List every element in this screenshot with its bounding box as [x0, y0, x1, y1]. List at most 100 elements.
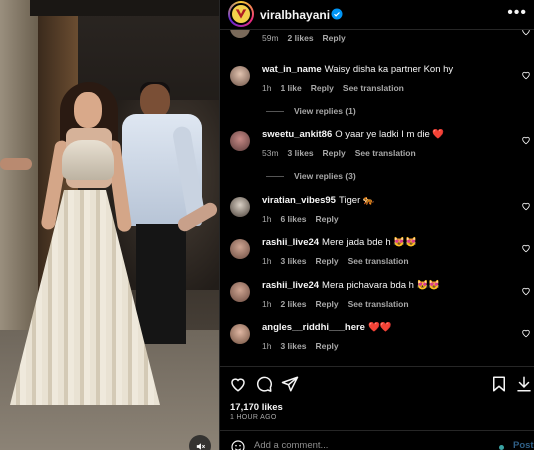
post-timestamp: 1 HOUR AGO [230, 414, 277, 421]
media-scene-woman-face [74, 92, 102, 128]
heart-icon[interactable] [521, 328, 531, 338]
add-comment-bar: Post [220, 430, 534, 450]
like-heart-icon[interactable] [229, 375, 247, 393]
comment-body: rashii_live24 Mera pichavara bda h 😻😻 [262, 280, 512, 292]
view-replies-button[interactable]: View replies (3) [266, 171, 356, 181]
commenter-avatar[interactable] [230, 239, 250, 259]
speaker-muted-icon [196, 442, 205, 450]
replies-divider [266, 110, 284, 112]
commenter-username[interactable]: rashii_live24 [262, 280, 319, 291]
heart-icon[interactable] [521, 70, 531, 80]
commenter-avatar[interactable] [230, 197, 250, 217]
comment-body: viratian_vibes95 Tiger 🐅 [262, 195, 512, 207]
comment-likes[interactable]: 1 like [280, 83, 301, 93]
commenter-username[interactable]: rashii_live24 [262, 237, 319, 248]
comment-time: 53m [262, 148, 279, 158]
see-translation-button[interactable]: See translation [355, 148, 416, 158]
comment-text: ❤️❤️ [367, 322, 392, 333]
author-username[interactable]: viralbhayani [260, 8, 330, 22]
reply-button[interactable]: Reply [315, 256, 338, 266]
comment-meta: 59m 2 likes Reply [262, 33, 346, 43]
see-translation-button[interactable]: See translation [343, 83, 404, 93]
commenter-avatar[interactable] [230, 30, 250, 38]
media-scene-man-pants [136, 224, 186, 344]
comment-meta: 1h 3 likes Reply [262, 341, 339, 351]
share-paper-plane-icon[interactable] [281, 375, 299, 393]
reply-button[interactable]: Reply [315, 214, 338, 224]
commenter-avatar[interactable] [230, 66, 250, 86]
emoji-smiley-icon[interactable] [230, 439, 246, 450]
reply-button[interactable]: Reply [323, 148, 346, 158]
post-media-video[interactable] [0, 0, 219, 450]
comment-body: rashii_live24 Mere jada bde h 😻😻 [262, 237, 512, 249]
save-bookmark-icon[interactable] [490, 375, 508, 393]
comment-text: O yaar ye ladki I m die ❤️ [335, 129, 445, 140]
comment-likes[interactable]: 2 likes [280, 299, 306, 309]
view-replies-button[interactable]: View replies (1) [266, 106, 356, 116]
heart-icon[interactable] [521, 135, 531, 145]
commenter-username[interactable]: viratian_vibes95 [262, 195, 336, 206]
comment-text: Tiger 🐅 [338, 195, 375, 206]
likes-count[interactable]: 17,170 likes [230, 402, 283, 413]
reply-button[interactable]: Reply [315, 341, 338, 351]
heart-icon[interactable] [521, 201, 531, 211]
download-icon[interactable] [515, 375, 533, 393]
commenter-avatar[interactable] [230, 324, 250, 344]
comment-likes[interactable]: 3 likes [280, 341, 306, 351]
verified-badge-icon [331, 8, 343, 20]
see-translation-button[interactable]: See translation [348, 299, 409, 309]
comment-likes[interactable]: 3 likes [288, 148, 314, 158]
view-replies-label: View replies (1) [294, 106, 356, 116]
comment-text: Waisy disha ka partner Kon hy [324, 64, 454, 75]
comment-bubble-icon[interactable] [255, 375, 273, 393]
brand-logo-icon [235, 9, 247, 19]
commenter-avatar[interactable] [230, 131, 250, 151]
post-header: viralbhayani ••• [220, 0, 534, 30]
author-avatar-inner [230, 3, 252, 25]
comment-meta: 1h 3 likes Reply See translation [262, 256, 409, 266]
comments-list[interactable]: 59m 2 likes Reply wat_in_name Waisy disha… [220, 30, 534, 366]
reply-button[interactable]: Reply [311, 83, 334, 93]
comment-meta: 53m 3 likes Reply See translation [262, 148, 416, 158]
comment-time: 1h [262, 83, 272, 93]
commenter-username[interactable]: angles__riddhi___here [262, 322, 365, 333]
comment-meta: 1h 2 likes Reply See translation [262, 299, 409, 309]
view-replies-label: View replies (3) [294, 171, 356, 181]
more-options-icon[interactable]: ••• [507, 5, 527, 21]
media-scene-woman-top [62, 140, 114, 180]
commenter-username[interactable]: wat_in_name [262, 64, 322, 75]
post-panel: viralbhayani ••• 59m 2 likes Reply wat_i… [219, 0, 534, 450]
comment-time: 1h [262, 299, 272, 309]
commenter-avatar[interactable] [230, 282, 250, 302]
comment-likes[interactable]: 3 likes [280, 256, 306, 266]
heart-icon[interactable] [521, 243, 531, 253]
media-scene-man-head [140, 84, 170, 118]
comment-text: Mera pichavara bda h 😻😻 [322, 280, 441, 291]
comment-text: Mere jada bde h 😻😻 [322, 237, 418, 248]
author-avatar[interactable] [228, 1, 254, 27]
comment-body: sweetu_ankit86 O yaar ye ladki I m die ❤️ [262, 129, 512, 141]
heart-icon[interactable] [521, 286, 531, 296]
comment-time: 59m [262, 33, 279, 43]
comment-meta: 1h 6 likes Reply [262, 214, 339, 224]
reply-button[interactable]: Reply [315, 299, 338, 309]
comment-input[interactable] [254, 440, 484, 450]
post-comment-button[interactable]: Post [513, 440, 534, 450]
see-translation-button[interactable]: See translation [348, 256, 409, 266]
comment-time: 1h [262, 256, 272, 266]
mute-button[interactable] [189, 435, 211, 450]
comment-body: angles__riddhi___here ❤️❤️ [262, 322, 512, 334]
comment-time: 1h [262, 214, 272, 224]
status-dot [499, 445, 504, 450]
comment-time: 1h [262, 341, 272, 351]
comment-likes[interactable]: 2 likes [288, 33, 314, 43]
commenter-username[interactable]: sweetu_ankit86 [262, 129, 332, 140]
comment-likes[interactable]: 6 likes [280, 214, 306, 224]
comment-body: wat_in_name Waisy disha ka partner Kon hy [262, 64, 512, 76]
media-scene-hand [0, 158, 32, 170]
media-scene-frame [30, 0, 219, 16]
post-actions [220, 366, 534, 400]
heart-icon[interactable] [521, 30, 531, 36]
replies-divider [266, 175, 284, 177]
reply-button[interactable]: Reply [323, 33, 346, 43]
